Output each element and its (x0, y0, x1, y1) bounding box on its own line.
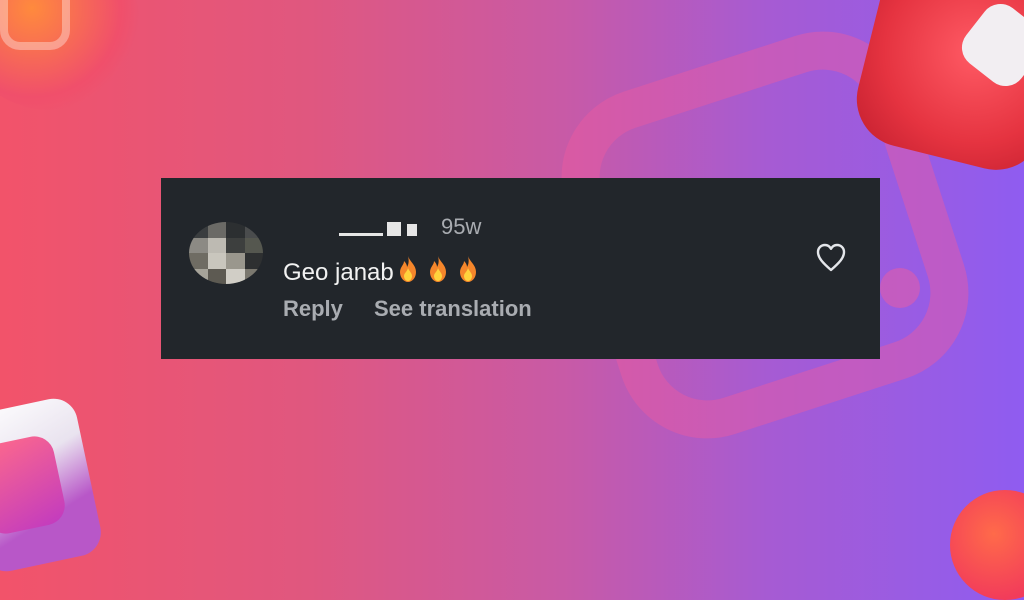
instagram-logo-decoration (0, 0, 140, 110)
like-notification-decoration (846, 0, 1024, 181)
reply-button[interactable]: Reply (283, 296, 343, 322)
fire-icon (399, 256, 416, 282)
instagram-camera-outline-decoration (0, 0, 70, 50)
fire-icon (429, 256, 446, 282)
avatar[interactable] (189, 222, 263, 284)
username-blurred[interactable] (339, 218, 427, 238)
fire-icon (459, 256, 476, 282)
comment-text: Geo janab (283, 255, 480, 287)
emoji-row (396, 255, 480, 283)
instagram-badge-decoration (950, 490, 1024, 600)
phone-decoration (0, 394, 106, 576)
heart-decoration-icon (953, 0, 1024, 95)
instagram-app-icon-decoration (0, 432, 69, 538)
comment-timestamp: 95w (441, 214, 482, 239)
background-instagram-dot (880, 268, 920, 308)
comment-card: 95w Geo janab Reply See translation (161, 178, 880, 359)
heart-outline-icon[interactable] (815, 242, 847, 272)
comment-body: Geo janab (283, 259, 394, 286)
see-translation-button[interactable]: See translation (374, 296, 532, 322)
